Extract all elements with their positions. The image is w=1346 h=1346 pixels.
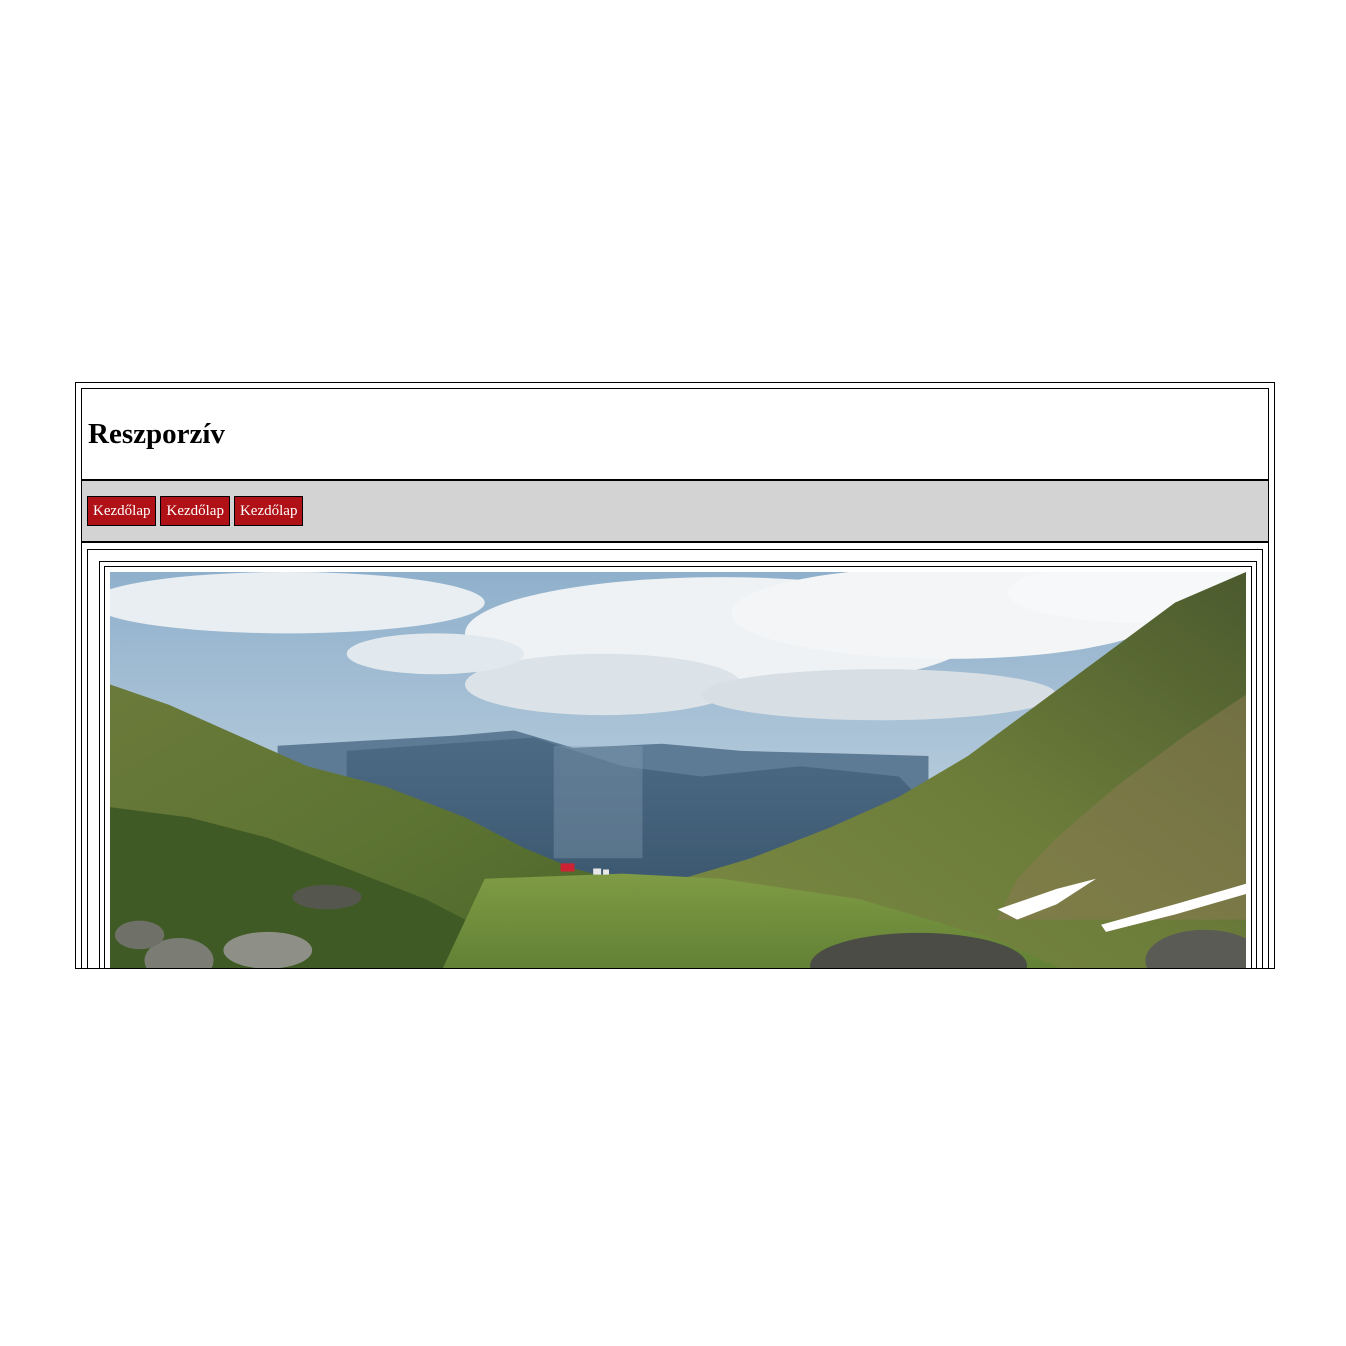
page-title: Reszporzív bbox=[88, 417, 225, 450]
page-container: Reszporzív Kezdőlap Kezdőlap Kezdőlap bbox=[81, 388, 1269, 968]
image-frame bbox=[104, 566, 1252, 968]
mountain-valley-image bbox=[110, 572, 1246, 968]
content-frame bbox=[99, 561, 1257, 968]
site-header: Reszporzív bbox=[82, 389, 1268, 481]
landscape-photo bbox=[110, 572, 1246, 968]
nav-button-home-3[interactable]: Kezdőlap bbox=[233, 496, 304, 526]
nav-button-home-2[interactable]: Kezdőlap bbox=[160, 496, 230, 526]
nav-button-home-1[interactable]: Kezdőlap bbox=[87, 496, 157, 526]
content-area bbox=[87, 549, 1263, 968]
page-frame: Reszporzív Kezdőlap Kezdőlap Kezdőlap bbox=[75, 382, 1275, 969]
nav-bar: Kezdőlap Kezdőlap Kezdőlap bbox=[82, 481, 1268, 543]
